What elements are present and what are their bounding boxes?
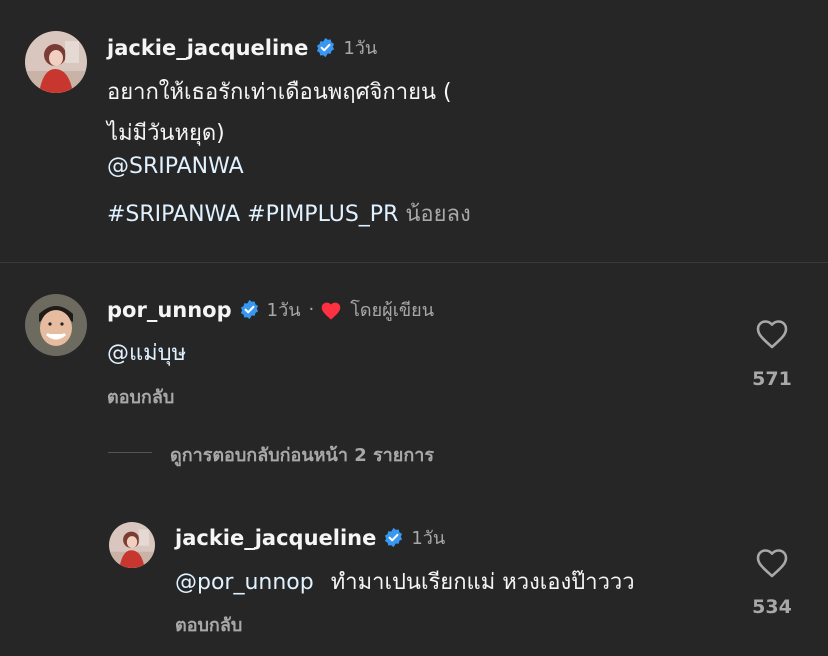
verified-badge-icon — [239, 299, 260, 320]
reply-text: ทำมาเปนเรียกแม่ หวงเองป๊าววว — [330, 570, 635, 595]
reply-like-count: 534 — [752, 596, 792, 618]
reply-time: 1วัน — [411, 528, 446, 549]
divider — [0, 262, 828, 263]
comment-username[interactable]: por_unnop — [107, 298, 232, 322]
less-button[interactable]: น้อยลง — [405, 202, 470, 227]
view-replies-divider — [108, 452, 152, 453]
avatar[interactable] — [25, 31, 87, 93]
liked-by-author-label: โดยผู้เขียน — [350, 300, 435, 321]
caption-time: 1วัน — [343, 38, 378, 59]
post-caption: jackie_jacqueline 1วัน อยากให้เธอรักเท่า… — [0, 0, 828, 262]
caption-mention[interactable]: @SRIPANWA — [107, 154, 244, 179]
reply-mention[interactable]: @por_unnop — [175, 570, 314, 595]
caption-line-1: อยากให้เธอรักเท่าเดือนพฤศจิกายน ( — [107, 80, 452, 105]
reply-username[interactable]: jackie_jacqueline — [175, 526, 376, 550]
verified-badge-icon — [315, 37, 336, 58]
avatar-image — [25, 31, 87, 93]
separator-dot: · — [308, 299, 315, 320]
heart-icon[interactable] — [755, 548, 789, 578]
heart-icon[interactable] — [755, 319, 789, 349]
comment-text: @แม่บุษ — [107, 335, 186, 370]
liked-heart-icon — [320, 300, 342, 320]
verified-badge-icon — [383, 527, 404, 548]
caption-line-2: ไม่มีวันหยุด) — [107, 121, 225, 146]
avatar-image — [109, 522, 155, 568]
comment-mention[interactable]: @แม่บุษ — [107, 341, 186, 366]
caption-hashtags[interactable]: #SRIPANWA #PIMPLUS_PR — [107, 202, 398, 227]
reply-button[interactable]: ตอบกลับ — [175, 610, 242, 639]
avatar-image — [25, 294, 87, 356]
caption-username[interactable]: jackie_jacqueline — [107, 36, 308, 60]
avatar[interactable] — [25, 294, 87, 356]
view-replies-button[interactable]: ดูการตอบกลับก่อนหน้า 2 รายการ — [170, 440, 434, 469]
reply-button[interactable]: ตอบกลับ — [107, 382, 174, 411]
avatar[interactable] — [109, 522, 155, 568]
caption-line-4: #SRIPANWA #PIMPLUS_PR น้อยลง — [107, 196, 471, 231]
reply-text-line: @por_unnop ทำมาเปนเรียกแม่ หวงเองป๊าววว — [175, 564, 635, 599]
comment-time: 1วัน — [266, 300, 301, 321]
comment-like-count: 571 — [752, 368, 792, 390]
